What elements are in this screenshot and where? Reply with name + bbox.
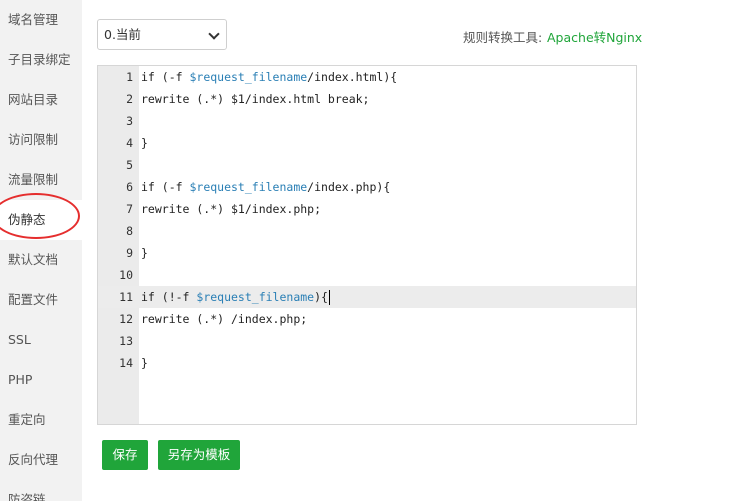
code-line-text: } [141, 356, 148, 370]
line-number: 7 [126, 202, 133, 216]
code-line[interactable]: 13 [98, 330, 636, 352]
line-number: 1 [126, 70, 133, 84]
code-line[interactable]: 2 rewrite (.*) $1/index.html break; [98, 88, 636, 110]
sidebar-item-traffic-limit[interactable]: 流量限制 [0, 160, 82, 200]
code-line[interactable]: 7 rewrite (.*) $1/index.php; [98, 198, 636, 220]
sidebar-item-reverse-proxy[interactable]: 反向代理 [0, 440, 82, 480]
line-number: 9 [126, 246, 133, 260]
sidebar-item-hotlink-protection[interactable]: 防盗链 [0, 480, 82, 501]
line-number: 13 [119, 334, 133, 348]
code-line[interactable]: 5 [98, 154, 636, 176]
sidebar-item-subdir-binding[interactable]: 子目录绑定 [0, 40, 82, 80]
code-line[interactable]: 4} [98, 132, 636, 154]
save-button[interactable]: 保存 [102, 440, 148, 470]
version-select-value: 0.当前 [104, 27, 141, 42]
sidebar-item-access-limit[interactable]: 访问限制 [0, 120, 82, 160]
line-number: 10 [119, 268, 133, 282]
code-line-text: if (!-f $request_filename){ [141, 290, 330, 305]
rule-converter-label: 规则转换工具: [463, 30, 543, 45]
line-number: 4 [126, 136, 133, 150]
chevron-down-icon [208, 28, 220, 40]
code-line-text: if (-f $request_filename/index.html){ [141, 70, 398, 84]
code-line[interactable]: 14} [98, 352, 636, 374]
code-line[interactable]: 8 [98, 220, 636, 242]
sidebar-item-config-file[interactable]: 配置文件 [0, 280, 82, 320]
text-cursor [328, 290, 330, 305]
sidebar-item-php[interactable]: PHP [0, 360, 82, 400]
code-line[interactable]: 9} [98, 242, 636, 264]
sidebar-item-domain[interactable]: 域名管理 [0, 0, 82, 40]
sidebar-item-site-directory[interactable]: 网站目录 [0, 80, 82, 120]
code-line[interactable]: 10 [98, 264, 636, 286]
code-line[interactable]: 3 [98, 110, 636, 132]
line-number: 6 [126, 180, 133, 194]
code-line-text: } [141, 246, 148, 260]
code-line[interactable]: 6 if (-f $request_filename/index.php){ [98, 176, 636, 198]
code-line-text: if (-f $request_filename/index.php){ [141, 180, 391, 194]
code-line-text: rewrite (.*) $1/index.php; [141, 202, 322, 216]
code-line-text: rewrite (.*) $1/index.html break; [141, 92, 370, 106]
sidebar-item-ssl[interactable]: SSL [0, 320, 82, 360]
sidebar-item-default-doc[interactable]: 默认文档 [0, 240, 82, 280]
line-number: 3 [126, 114, 133, 128]
line-number: 11 [119, 290, 133, 304]
sidebar-item-redirect[interactable]: 重定向 [0, 400, 82, 440]
settings-sidebar: 域名管理 子目录绑定 网站目录 访问限制 流量限制 伪静态 默认文档 配置文件 … [0, 0, 82, 501]
sidebar-item-rewrite[interactable]: 伪静态 [0, 200, 82, 240]
line-number: 5 [126, 158, 133, 172]
code-line[interactable]: 11 if (!-f $request_filename){ [98, 286, 636, 308]
line-number: 12 [119, 312, 133, 326]
code-line-text: rewrite (.*) /index.php; [141, 312, 308, 326]
line-number: 14 [119, 356, 133, 370]
line-number: 2 [126, 92, 133, 106]
code-line[interactable]: 1 if (-f $request_filename/index.html){ [98, 66, 636, 88]
version-select[interactable]: 0.当前 [97, 19, 227, 50]
code-line[interactable]: 12 rewrite (.*) /index.php; [98, 308, 636, 330]
rewrite-code-editor[interactable]: 1 if (-f $request_filename/index.html){2 r… [97, 65, 637, 425]
code-line-text: } [141, 136, 148, 150]
line-number: 8 [126, 224, 133, 238]
apache-to-nginx-link[interactable]: Apache转Nginx [547, 27, 642, 46]
save-as-template-button[interactable]: 另存为模板 [158, 440, 240, 470]
